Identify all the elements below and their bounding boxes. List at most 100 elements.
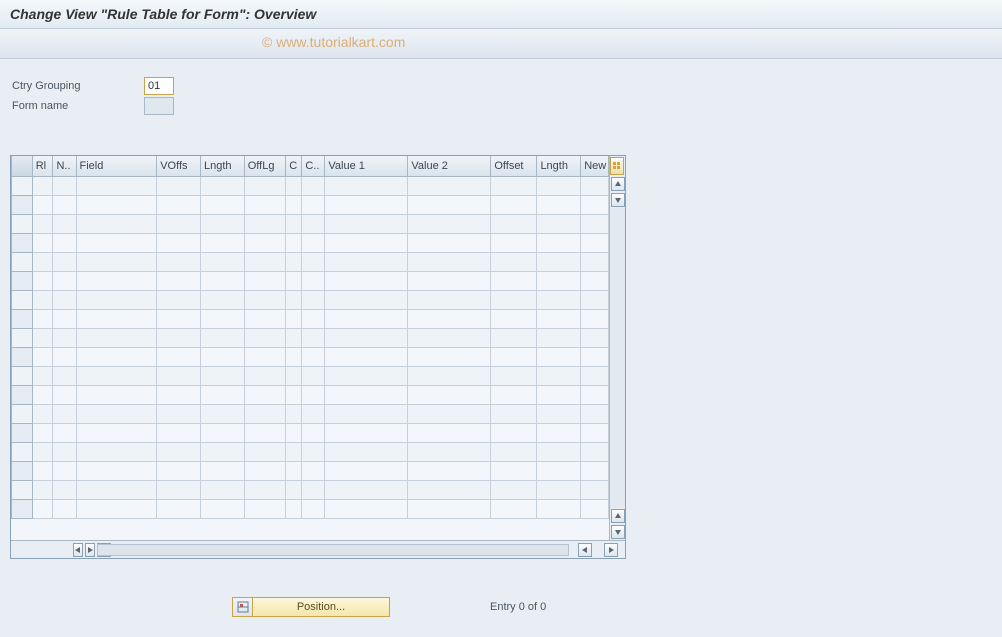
column-header-value2[interactable]: Value 2 — [408, 156, 491, 176]
table-cell[interactable] — [537, 480, 581, 499]
table-cell[interactable] — [408, 385, 491, 404]
table-cell[interactable] — [491, 271, 537, 290]
table-cell[interactable] — [537, 347, 581, 366]
table-cell[interactable] — [537, 385, 581, 404]
row-selector[interactable] — [12, 499, 33, 518]
table-cell[interactable] — [32, 404, 53, 423]
table-cell[interactable] — [537, 176, 581, 195]
table-cell[interactable] — [581, 423, 609, 442]
table-cell[interactable] — [32, 347, 53, 366]
vertical-scrollbar[interactable] — [609, 156, 625, 540]
row-selector[interactable] — [12, 461, 33, 480]
table-cell[interactable] — [581, 176, 609, 195]
table-cell[interactable] — [76, 176, 157, 195]
table-cell[interactable] — [325, 480, 408, 499]
scroll-down-button[interactable] — [611, 193, 625, 207]
table-cell[interactable] — [76, 347, 157, 366]
table-cell[interactable] — [491, 480, 537, 499]
table-cell[interactable] — [581, 404, 609, 423]
table-cell[interactable] — [157, 499, 201, 518]
row-selector[interactable] — [12, 195, 33, 214]
row-selector[interactable] — [12, 328, 33, 347]
horizontal-scrollbar[interactable] — [11, 540, 625, 558]
table-cell[interactable] — [157, 271, 201, 290]
column-header-offset[interactable]: Offset — [491, 156, 537, 176]
table-cell[interactable] — [157, 252, 201, 271]
table-cell[interactable] — [76, 195, 157, 214]
table-cell[interactable] — [325, 328, 408, 347]
table-cell[interactable] — [302, 385, 325, 404]
table-cell[interactable] — [76, 442, 157, 461]
table-cell[interactable] — [32, 309, 53, 328]
table-cell[interactable] — [581, 290, 609, 309]
table-cell[interactable] — [286, 309, 302, 328]
table-cell[interactable] — [581, 252, 609, 271]
ctry-grouping-input[interactable] — [144, 77, 174, 95]
table-cell[interactable] — [157, 480, 201, 499]
table-cell[interactable] — [408, 347, 491, 366]
table-cell[interactable] — [325, 423, 408, 442]
table-cell[interactable] — [244, 290, 285, 309]
table-cell[interactable] — [200, 176, 244, 195]
table-cell[interactable] — [537, 404, 581, 423]
table-cell[interactable] — [408, 309, 491, 328]
row-selector[interactable] — [12, 233, 33, 252]
table-cell[interactable] — [76, 290, 157, 309]
position-button[interactable]: Position... — [232, 597, 390, 617]
scroll-up-button[interactable] — [611, 177, 625, 191]
table-cell[interactable] — [244, 385, 285, 404]
table-cell[interactable] — [491, 366, 537, 385]
table-cell[interactable] — [408, 366, 491, 385]
table-cell[interactable] — [491, 233, 537, 252]
scroll-left-button-right[interactable] — [578, 543, 592, 557]
table-cell[interactable] — [491, 347, 537, 366]
table-cell[interactable] — [53, 385, 76, 404]
row-selector[interactable] — [12, 480, 33, 499]
table-cell[interactable] — [157, 195, 201, 214]
table-cell[interactable] — [244, 233, 285, 252]
table-cell[interactable] — [581, 442, 609, 461]
table-cell[interactable] — [32, 328, 53, 347]
scroll-right-button-right[interactable] — [604, 543, 618, 557]
table-cell[interactable] — [537, 233, 581, 252]
table-cell[interactable] — [200, 328, 244, 347]
table-cell[interactable] — [325, 195, 408, 214]
table-cell[interactable] — [53, 290, 76, 309]
table-cell[interactable] — [581, 347, 609, 366]
table-cell[interactable] — [53, 423, 76, 442]
table-cell[interactable] — [408, 423, 491, 442]
table-cell[interactable] — [76, 461, 157, 480]
table-cell[interactable] — [244, 404, 285, 423]
table-cell[interactable] — [32, 461, 53, 480]
table-cell[interactable] — [32, 290, 53, 309]
table-cell[interactable] — [302, 195, 325, 214]
table-cell[interactable] — [32, 195, 53, 214]
table-cell[interactable] — [76, 480, 157, 499]
row-selector[interactable] — [12, 347, 33, 366]
row-selector[interactable] — [12, 252, 33, 271]
table-cell[interactable] — [244, 309, 285, 328]
table-cell[interactable] — [537, 442, 581, 461]
table-cell[interactable] — [581, 328, 609, 347]
table-cell[interactable] — [200, 442, 244, 461]
table-cell[interactable] — [200, 309, 244, 328]
table-cell[interactable] — [244, 271, 285, 290]
table-cell[interactable] — [200, 233, 244, 252]
column-header-rl[interactable]: Rl — [32, 156, 53, 176]
table-cell[interactable] — [32, 499, 53, 518]
table-cell[interactable] — [491, 442, 537, 461]
table-cell[interactable] — [302, 176, 325, 195]
table-cell[interactable] — [537, 461, 581, 480]
table-cell[interactable] — [537, 328, 581, 347]
table-cell[interactable] — [581, 271, 609, 290]
table-cell[interactable] — [491, 499, 537, 518]
table-cell[interactable] — [53, 480, 76, 499]
table-cell[interactable] — [244, 480, 285, 499]
scroll-up-button-bottom[interactable] — [611, 509, 625, 523]
table-cell[interactable] — [302, 328, 325, 347]
table-cell[interactable] — [53, 442, 76, 461]
column-header-new[interactable]: New — [581, 156, 609, 176]
table-cell[interactable] — [200, 461, 244, 480]
column-header-voffs[interactable]: VOffs — [157, 156, 201, 176]
column-header-value1[interactable]: Value 1 — [325, 156, 408, 176]
